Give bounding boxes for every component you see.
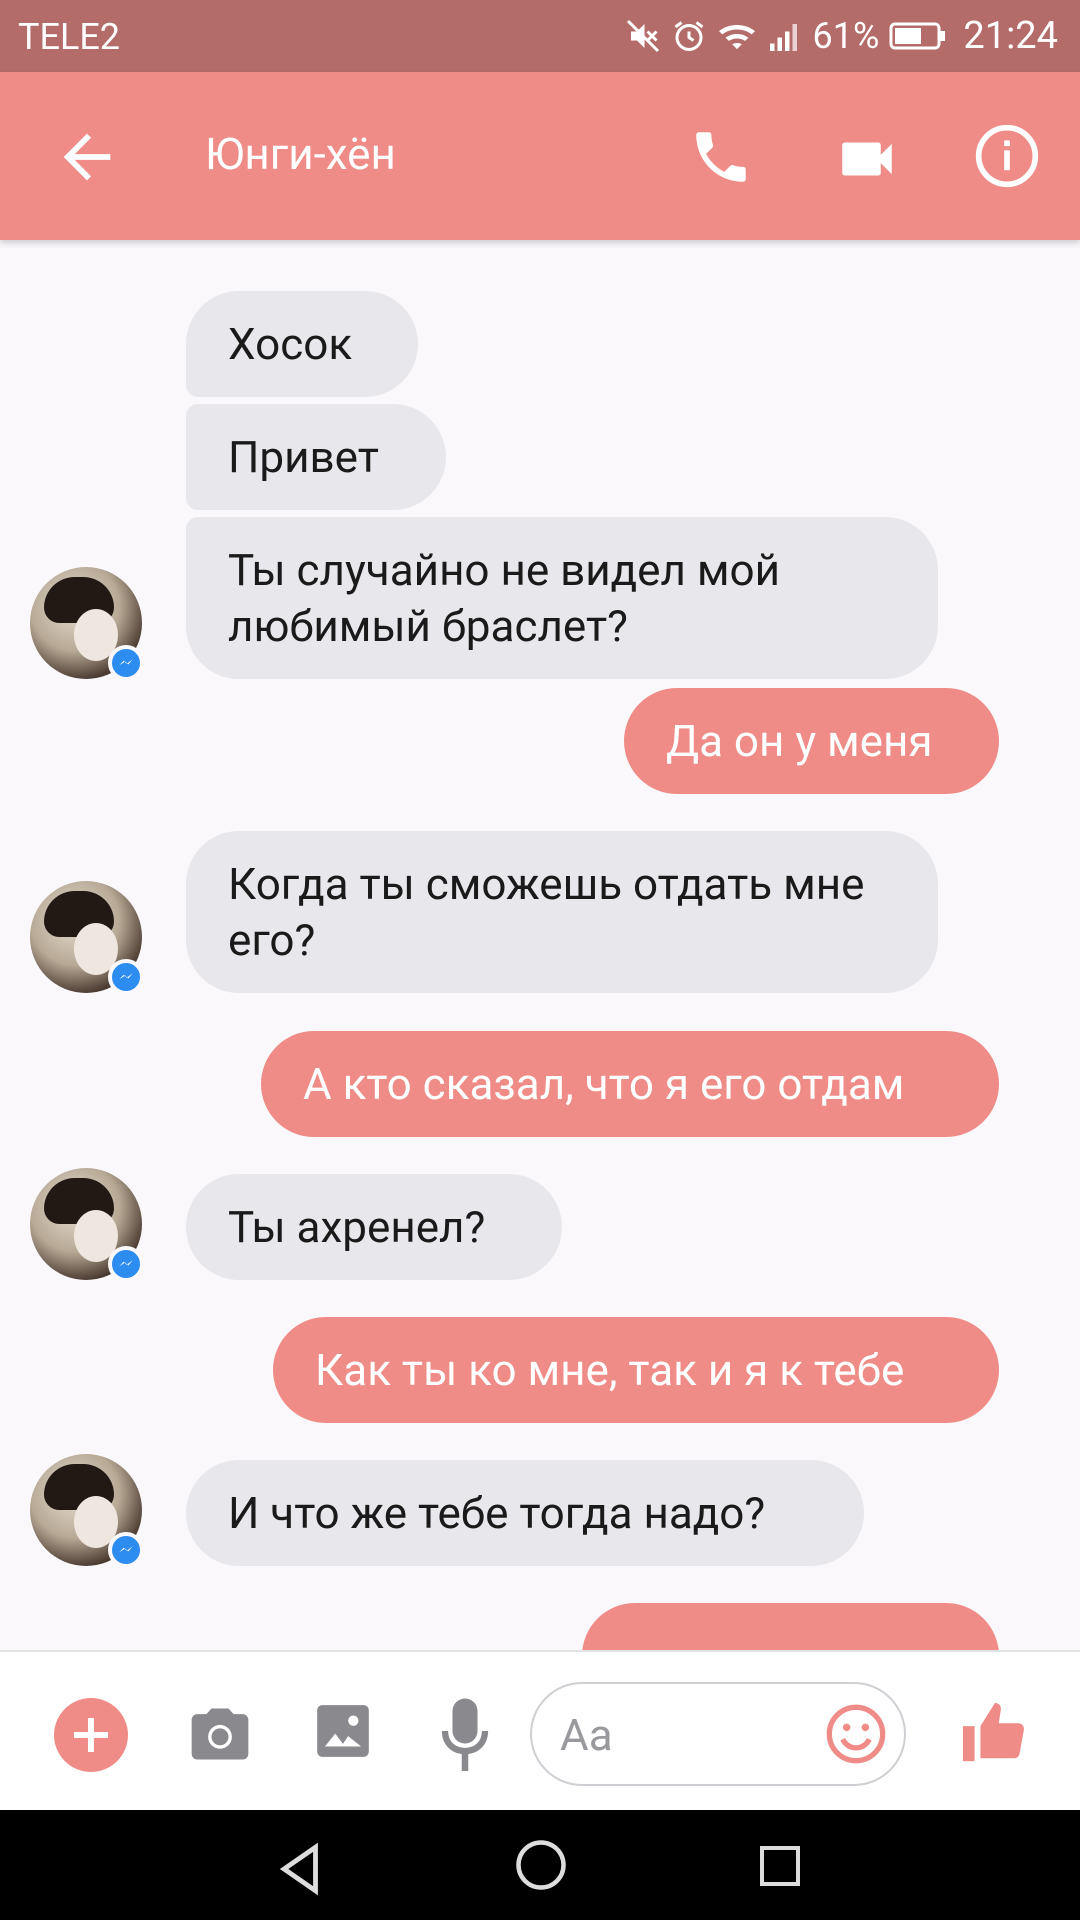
incoming-message[interactable]: Хосок xyxy=(186,291,418,397)
camera-button[interactable] xyxy=(186,1700,254,1768)
messenger-badge-icon xyxy=(108,1532,144,1568)
messenger-badge-icon xyxy=(108,645,144,681)
outgoing-message-partial[interactable] xyxy=(582,1603,999,1650)
contact-avatar[interactable] xyxy=(30,881,144,995)
phone-icon xyxy=(696,132,746,182)
mute-icon xyxy=(625,18,661,54)
nav-back-button[interactable] xyxy=(272,1840,330,1898)
battery-icon xyxy=(889,20,947,52)
contact-avatar[interactable] xyxy=(30,1168,144,1282)
messenger-badge-icon xyxy=(108,1246,144,1282)
alarm-icon xyxy=(671,18,707,54)
incoming-message[interactable]: Ты случайно не видел мой любимый браслет… xyxy=(186,517,938,679)
carrier-name: TELE2 xyxy=(18,16,121,58)
camera-icon xyxy=(191,1708,249,1760)
square-recent-icon xyxy=(760,1846,800,1886)
image-icon xyxy=(317,1705,369,1757)
voice-call-button[interactable] xyxy=(688,124,754,190)
emoji-button[interactable] xyxy=(824,1702,888,1766)
gallery-button[interactable] xyxy=(312,1700,374,1762)
message-composer xyxy=(0,1650,1080,1812)
microphone-button[interactable] xyxy=(440,1696,490,1776)
info-icon xyxy=(975,124,1039,188)
thumbs-up-icon xyxy=(962,1702,1024,1762)
add-button[interactable] xyxy=(54,1698,128,1772)
video-camera-icon xyxy=(842,142,892,176)
incoming-message[interactable]: Когда ты сможешь отдать мне его? xyxy=(186,831,938,993)
status-icons: 61% 21:24 xyxy=(625,12,1058,60)
message-input-container xyxy=(530,1682,906,1786)
outgoing-message[interactable]: Как ты ко мне, так и я к тебе xyxy=(273,1317,999,1423)
back-button[interactable] xyxy=(52,122,122,192)
contact-avatar[interactable] xyxy=(30,1454,144,1568)
like-button[interactable] xyxy=(960,1694,1030,1770)
system-navigation-bar xyxy=(0,1810,1080,1920)
battery-percent: 61% xyxy=(812,15,880,57)
nav-home-button[interactable] xyxy=(514,1838,568,1892)
incoming-message[interactable]: Ты ахренел? xyxy=(186,1174,562,1280)
message-list[interactable]: Хосок Привет Ты случайно не видел мой лю… xyxy=(0,240,1080,1650)
back-arrow-icon xyxy=(63,133,111,181)
status-bar: TELE2 61% 21:24 xyxy=(0,0,1080,72)
contact-name[interactable]: Юнги-хён xyxy=(205,128,396,180)
message-input[interactable] xyxy=(558,1704,812,1766)
microphone-icon xyxy=(441,1698,489,1771)
conversation-header: Юнги-хён xyxy=(0,72,1080,240)
signal-icon xyxy=(767,18,803,54)
nav-recent-apps-button[interactable] xyxy=(756,1842,804,1890)
circle-home-icon xyxy=(516,1840,566,1890)
status-time: 21:24 xyxy=(963,14,1058,58)
incoming-message[interactable]: И что же тебе тогда надо? xyxy=(186,1460,864,1566)
incoming-message[interactable]: Привет xyxy=(186,404,446,510)
triangle-back-icon xyxy=(279,1842,318,1896)
emoji-icon xyxy=(826,1704,886,1764)
contact-avatar[interactable] xyxy=(30,567,144,681)
outgoing-message[interactable]: Да он у меня xyxy=(624,688,999,794)
messenger-badge-icon xyxy=(108,959,144,995)
outgoing-message[interactable]: А кто сказал, что я его отдам xyxy=(261,1031,999,1137)
wifi-icon xyxy=(717,18,757,54)
plus-icon xyxy=(74,1718,108,1752)
info-button[interactable] xyxy=(973,122,1041,190)
video-call-button[interactable] xyxy=(834,126,900,192)
